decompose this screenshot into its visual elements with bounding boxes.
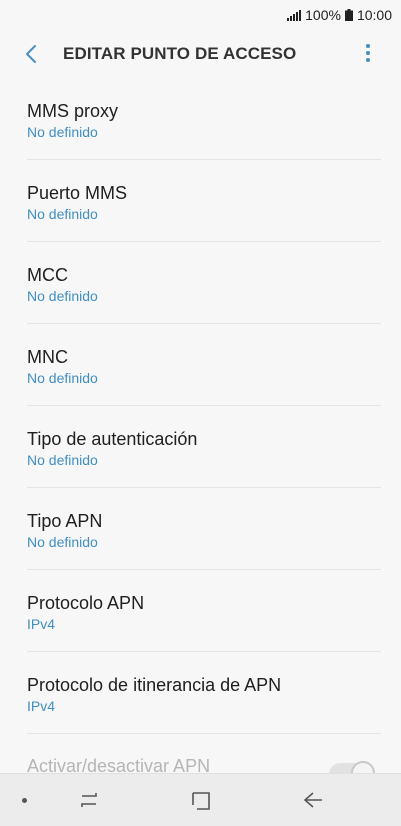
divider xyxy=(27,733,381,734)
setting-value: No definido xyxy=(27,124,98,140)
app-bar: EDITAR PUNTO DE ACCESO xyxy=(0,30,401,78)
setting-apn-roaming-protocol[interactable]: Protocolo de itinerancia de APN IPv4 xyxy=(0,652,401,734)
home-icon[interactable] xyxy=(190,790,212,812)
setting-label: Puerto MMS xyxy=(27,183,128,203)
setting-apn-protocol[interactable]: Protocolo APN IPv4 xyxy=(0,570,401,652)
setting-label: Protocolo APN xyxy=(27,593,145,613)
setting-apn-type[interactable]: Tipo APN No definido xyxy=(0,488,401,570)
signal-icon xyxy=(287,9,302,21)
setting-value: IPv4 xyxy=(27,698,56,714)
setting-value: No definido xyxy=(27,206,98,222)
setting-mms-port[interactable]: Puerto MMS No definido xyxy=(0,160,401,242)
clock: 10:00 xyxy=(356,7,392,23)
setting-value: IPv4 xyxy=(27,616,56,632)
setting-label: MNC xyxy=(27,347,68,367)
recent-apps-icon[interactable] xyxy=(78,790,100,810)
nav-indicator-dot xyxy=(22,798,27,803)
setting-label: MMS proxy xyxy=(27,101,119,121)
page-title: EDITAR PUNTO DE ACCESO xyxy=(63,44,297,63)
chevron-left-icon[interactable] xyxy=(21,43,43,65)
setting-apn-enable[interactable]: Activar/desactivar APN xyxy=(0,755,401,775)
setting-value: No definido xyxy=(27,370,98,386)
setting-label: Tipo APN xyxy=(27,511,103,531)
setting-value: No definido xyxy=(27,534,98,550)
settings-list: MMS proxy No definido Puerto MMS No defi… xyxy=(0,78,401,734)
back-arrow-icon[interactable] xyxy=(301,790,325,810)
setting-label: Activar/desactivar APN xyxy=(27,756,211,775)
setting-mms-proxy[interactable]: MMS proxy No definido xyxy=(0,78,401,160)
setting-value: No definido xyxy=(27,452,98,468)
setting-value: No definido xyxy=(27,288,98,304)
setting-label: Tipo de autenticación xyxy=(27,429,198,449)
more-vertical-icon[interactable] xyxy=(363,42,373,64)
setting-auth-type[interactable]: Tipo de autenticación No definido xyxy=(0,406,401,488)
setting-mcc[interactable]: MCC No definido xyxy=(0,242,401,324)
status-bar: 100% 10:00 xyxy=(0,0,401,30)
setting-mnc[interactable]: MNC No definido xyxy=(0,324,401,406)
battery-icon xyxy=(344,9,353,21)
battery-percent: 100% xyxy=(305,7,341,23)
navigation-bar xyxy=(0,773,401,826)
setting-label: MCC xyxy=(27,265,68,285)
setting-label: Protocolo de itinerancia de APN xyxy=(27,675,282,695)
